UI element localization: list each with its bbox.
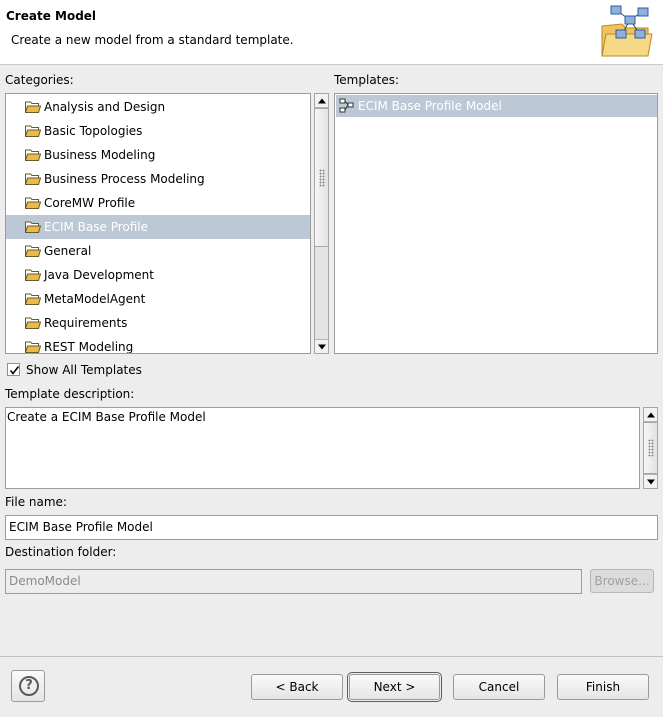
categories-list[interactable]: Analysis and Design Basic Topologies Busin…: [5, 93, 311, 354]
arrow-up-icon: [317, 98, 326, 103]
finish-button[interactable]: Finish: [557, 674, 649, 700]
template-item[interactable]: ECIM Base Profile Model: [336, 95, 657, 117]
destination-folder-input[interactable]: DemoModel: [5, 569, 582, 594]
arrow-down-icon: [646, 479, 655, 484]
arrow-up-icon: [646, 412, 655, 417]
templates-list[interactable]: ECIM Base Profile Model: [334, 93, 658, 354]
category-item-label: Basic Topologies: [44, 124, 143, 138]
scroll-thumb[interactable]: [315, 108, 328, 247]
folder-icon: [25, 197, 41, 209]
cancel-button[interactable]: Cancel: [453, 674, 545, 700]
folder-icon: [25, 221, 41, 233]
scroll-up-button[interactable]: [315, 94, 328, 108]
category-item-label: MetaModelAgent: [44, 292, 146, 306]
categories-scrollbar[interactable]: [314, 93, 329, 354]
category-item[interactable]: MetaModelAgent: [6, 287, 310, 311]
model-template-icon: [339, 98, 354, 113]
description-scrollbar[interactable]: [643, 407, 658, 489]
folder-icon: [25, 293, 41, 305]
scroll-down-button[interactable]: [644, 474, 657, 488]
help-button[interactable]: ?: [11, 670, 45, 702]
category-item-label: Analysis and Design: [44, 100, 166, 114]
category-item-label: Business Process Modeling: [44, 172, 205, 186]
wizard-subtitle: Create a new model from a standard templ…: [11, 33, 294, 47]
category-item[interactable]: Basic Topologies: [6, 119, 310, 143]
checkmark-icon: [9, 366, 20, 375]
browse-button[interactable]: Browse...: [590, 569, 654, 593]
category-item-label: Java Development: [44, 268, 154, 282]
scroll-thumb[interactable]: [644, 422, 657, 474]
category-item[interactable]: ECIM Base Profile: [6, 215, 310, 239]
grip-icon: [647, 439, 654, 457]
category-item-label: General: [44, 244, 92, 258]
template-description-text[interactable]: Create a ECIM Base Profile Model: [5, 407, 640, 489]
next-button[interactable]: Next >: [347, 672, 442, 702]
grip-icon: [318, 168, 325, 187]
category-item-label: ECIM Base Profile: [44, 220, 149, 234]
back-button[interactable]: < Back: [251, 674, 343, 700]
scroll-down-button[interactable]: [315, 339, 328, 353]
show-all-templates-checkbox[interactable]: [7, 363, 20, 376]
category-item[interactable]: Business Modeling: [6, 143, 310, 167]
folder-icon: [25, 101, 41, 113]
help-icon: ?: [19, 676, 39, 696]
folder-icon: [25, 317, 41, 329]
category-item[interactable]: REST Modeling: [6, 335, 310, 354]
wizard-title: Create Model: [6, 9, 97, 23]
new-model-wizard-icon: [601, 5, 653, 57]
category-item[interactable]: Java Development: [6, 263, 310, 287]
folder-icon: [25, 269, 41, 281]
folder-icon: [25, 173, 41, 185]
folder-icon: [25, 341, 41, 353]
category-item[interactable]: Analysis and Design: [6, 95, 310, 119]
category-item[interactable]: CoreMW Profile: [6, 191, 310, 215]
folder-icon: [25, 245, 41, 257]
category-item[interactable]: Requirements: [6, 311, 310, 335]
category-item[interactable]: General: [6, 239, 310, 263]
category-item-label: Business Modeling: [44, 148, 156, 162]
folder-icon: [25, 149, 41, 161]
file-name-input[interactable]: ECIM Base Profile Model: [5, 515, 658, 540]
arrow-down-icon: [317, 344, 326, 349]
category-item-label: Requirements: [44, 316, 128, 330]
folder-icon: [25, 125, 41, 137]
wizard-header: Create Model Create a new model from a s…: [0, 0, 663, 65]
category-item[interactable]: Business Process Modeling: [6, 167, 310, 191]
category-item-label: REST Modeling: [44, 340, 134, 354]
show-all-templates-label[interactable]: Show All Templates: [26, 363, 142, 377]
category-item-label: CoreMW Profile: [44, 196, 136, 210]
categories-label: Categories:: [5, 73, 74, 87]
templates-label: Templates:: [334, 73, 400, 87]
template-description-label: Template description:: [5, 387, 135, 401]
footer-separator: [0, 656, 663, 657]
file-name-label: File name:: [5, 495, 67, 509]
template-item-label: ECIM Base Profile Model: [358, 99, 502, 113]
destination-folder-label: Destination folder:: [5, 545, 117, 559]
scroll-up-button[interactable]: [644, 408, 657, 422]
